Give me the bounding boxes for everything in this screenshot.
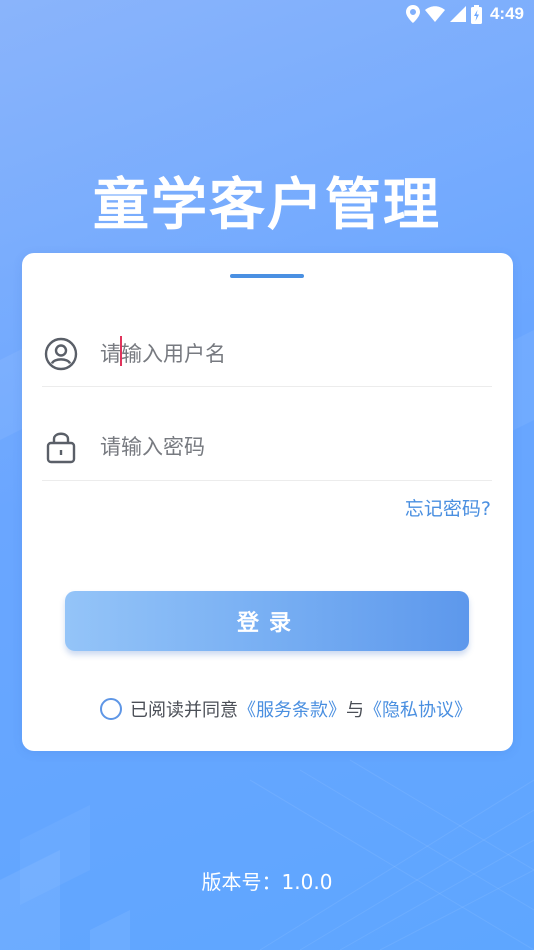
agreement-text: 已阅读并同意 — [130, 700, 238, 721]
forgot-password-link[interactable]: 忘记密码? — [405, 494, 491, 521]
password-input[interactable] — [100, 429, 480, 464]
terms-of-service-link[interactable]: 《服务条款》 — [238, 696, 346, 722]
username-input[interactable] — [100, 336, 480, 371]
agreement-row: 已阅读并同意 《服务条款》 与 《隐私协议》 — [100, 696, 472, 722]
login-card: 忘记密码? 登录 已阅读并同意 《服务条款》 与 《隐私协议》 — [22, 253, 513, 751]
wifi-icon — [424, 6, 445, 22]
app-title: 童学客户管理 — [93, 173, 441, 238]
card-handle — [230, 274, 304, 278]
signal-icon — [449, 6, 466, 22]
status-bar: 4:49 — [0, 0, 534, 28]
lock-icon — [44, 430, 78, 464]
login-button[interactable]: 登录 — [65, 591, 469, 651]
location-icon — [405, 5, 420, 23]
status-time: 4:49 — [489, 4, 524, 23]
version-label: 版本号：1.0.0 — [201, 870, 333, 894]
username-row — [42, 321, 492, 387]
password-row — [42, 413, 492, 481]
privacy-policy-link[interactable]: 《隐私协议》 — [364, 696, 472, 722]
user-icon — [44, 337, 78, 371]
agreement-checkbox[interactable] — [100, 698, 122, 720]
agreement-joiner: 与 — [346, 700, 364, 721]
battery-icon — [470, 4, 482, 24]
